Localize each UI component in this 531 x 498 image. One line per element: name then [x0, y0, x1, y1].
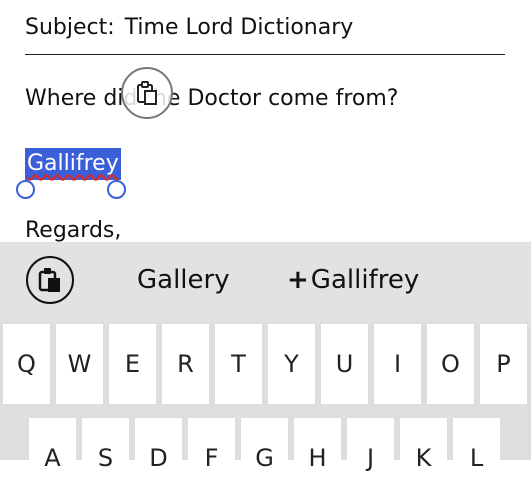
selection-start-handle[interactable]	[16, 180, 35, 199]
key-o[interactable]: O	[427, 324, 474, 404]
subject-label: Subject:	[25, 15, 115, 40]
paste-bubble-button[interactable]	[121, 67, 173, 119]
key-w[interactable]: W	[56, 324, 103, 404]
key-e[interactable]: E	[109, 324, 156, 404]
key-t[interactable]: T	[215, 324, 262, 404]
key-r[interactable]: R	[162, 324, 209, 404]
clipboard-paste-icon	[38, 268, 60, 292]
key-p[interactable]: P	[480, 324, 527, 404]
suggestion-bar: Gallery +Gallifrey	[0, 242, 531, 322]
clipboard-paste-button[interactable]	[26, 256, 74, 304]
key-j[interactable]: J	[347, 418, 394, 498]
keyboard-row-1: Q W E R T Y U I O P	[0, 324, 531, 404]
key-q[interactable]: Q	[3, 324, 50, 404]
selected-word[interactable]: Gallifrey	[25, 148, 121, 180]
subject-field[interactable]: Subject: Time Lord Dictionary	[25, 10, 505, 55]
key-a[interactable]: A	[29, 418, 76, 498]
suggestion-gallery[interactable]: Gallery	[137, 262, 230, 298]
add-word-icon: +	[287, 265, 309, 295]
suggestion-word: Gallifrey	[310, 265, 420, 295]
key-y[interactable]: Y	[268, 324, 315, 404]
key-s[interactable]: S	[82, 418, 129, 498]
key-k[interactable]: K	[400, 418, 447, 498]
on-screen-keyboard: Q W E R T Y U I O P A S D F G H J K L	[0, 322, 531, 498]
key-i[interactable]: I	[374, 324, 421, 404]
key-g[interactable]: G	[241, 418, 288, 498]
suggestion-add-gallifrey[interactable]: +Gallifrey	[287, 262, 419, 298]
key-h[interactable]: H	[294, 418, 341, 498]
key-u[interactable]: U	[321, 324, 368, 404]
selection-end-handle[interactable]	[107, 180, 126, 199]
keyboard-row-2: A S D F G H J K L	[0, 418, 531, 498]
subject-value[interactable]: Time Lord Dictionary	[125, 15, 354, 40]
body-question-line[interactable]: Where did the Doctor come from?	[25, 84, 398, 114]
key-l[interactable]: L	[453, 418, 500, 498]
key-d[interactable]: D	[135, 418, 182, 498]
key-f[interactable]: F	[188, 418, 235, 498]
clipboard-paste-icon	[137, 81, 157, 105]
